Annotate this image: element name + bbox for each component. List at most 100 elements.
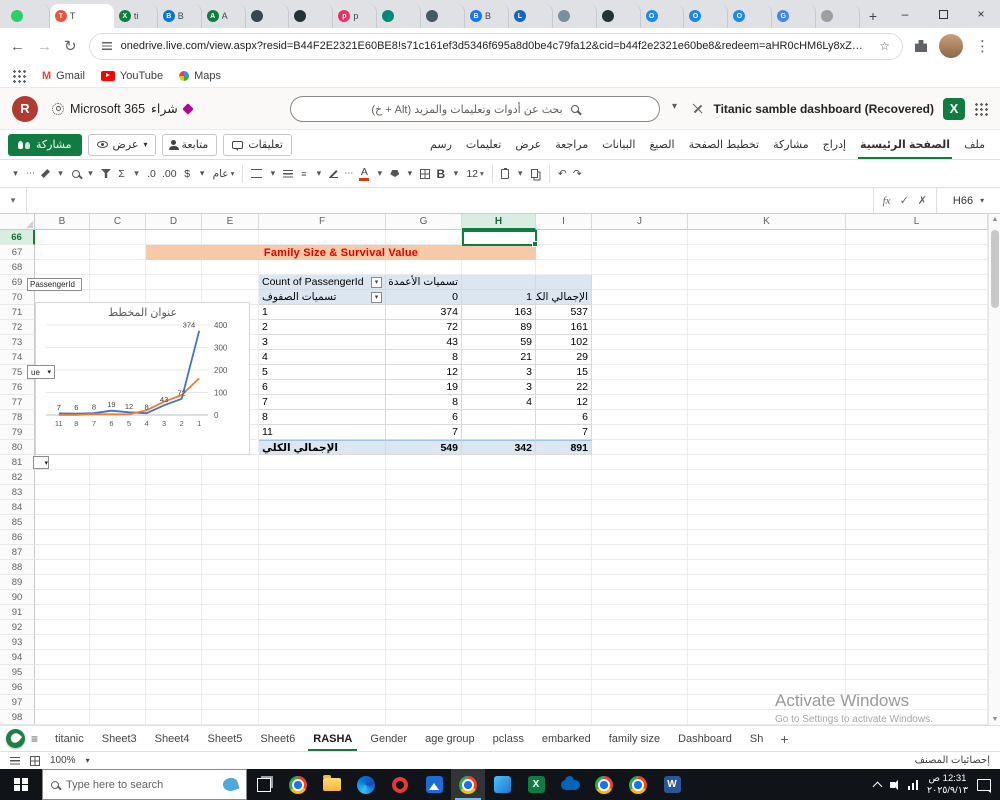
cell-C90[interactable]	[90, 590, 146, 605]
sheet-tab-titanic[interactable]: titanic	[46, 726, 93, 751]
cell-G95[interactable]	[386, 665, 462, 680]
pivot-row-total[interactable]: 22	[536, 380, 592, 395]
cell-D97[interactable]	[146, 695, 202, 710]
cell-L91[interactable]	[846, 605, 988, 620]
cell-H87[interactable]	[462, 545, 536, 560]
cell-K81[interactable]	[688, 455, 846, 470]
cell-J70[interactable]	[592, 290, 688, 305]
number-format-select[interactable]: عام ▾	[210, 163, 238, 185]
scroll-up-icon[interactable]: ▲	[989, 216, 1000, 223]
merge-dropdown-icon[interactable]: ▾	[265, 163, 280, 185]
cell-D98[interactable]	[146, 710, 202, 725]
apps-grid-icon[interactable]	[12, 68, 26, 83]
formula-bar-expand-icon[interactable]: ▾	[0, 188, 26, 213]
name-box[interactable]: H66 ▾	[936, 188, 1000, 213]
paste-icon[interactable]	[498, 163, 513, 185]
cell-H93[interactable]	[462, 635, 536, 650]
cell-L81[interactable]	[846, 455, 988, 470]
hidden-icons-chevron-icon[interactable]	[872, 781, 882, 791]
cell-K88[interactable]	[688, 560, 846, 575]
scrollbar-thumb[interactable]	[991, 230, 999, 308]
column-header-I[interactable]: I	[536, 214, 592, 230]
cell-J91[interactable]	[592, 605, 688, 620]
minimize-button[interactable]: –	[886, 0, 924, 28]
browser-tab[interactable]: BB	[465, 4, 509, 28]
cell-L77[interactable]	[846, 395, 988, 410]
cell-C96[interactable]	[90, 680, 146, 695]
column-header-L[interactable]: L	[846, 214, 988, 230]
cell-F88[interactable]	[259, 560, 386, 575]
pivot-row-label[interactable]: 1	[259, 305, 386, 320]
row-header-98[interactable]: 98	[0, 710, 35, 725]
cell-K74[interactable]	[688, 350, 846, 365]
cell-G85[interactable]	[386, 515, 462, 530]
cell-G89[interactable]	[386, 575, 462, 590]
cell-H96[interactable]	[462, 680, 536, 695]
cell-I91[interactable]	[536, 605, 592, 620]
font-color-icon[interactable]: A	[356, 163, 372, 185]
cell-L68[interactable]	[846, 260, 988, 275]
cell-K70[interactable]	[688, 290, 846, 305]
browser-tab[interactable]: pp	[333, 4, 378, 28]
cell-J77[interactable]	[592, 395, 688, 410]
formula-input[interactable]	[26, 188, 874, 213]
cell-C87[interactable]	[90, 545, 146, 560]
cell-C97[interactable]	[90, 695, 146, 710]
cell-F90[interactable]	[259, 590, 386, 605]
merge-center-icon[interactable]	[248, 163, 265, 185]
cell-E97[interactable]	[202, 695, 259, 710]
orientation-icon[interactable]	[326, 163, 341, 185]
cell-K87[interactable]	[688, 545, 846, 560]
cell-E68[interactable]	[202, 260, 259, 275]
cell-K78[interactable]	[688, 410, 846, 425]
format-painter-icon[interactable]	[38, 163, 53, 185]
forward-icon[interactable]: →	[37, 38, 52, 55]
cell-I86[interactable]	[536, 530, 592, 545]
buy-link[interactable]: شراء	[151, 101, 178, 116]
sheet-tab-dashboard[interactable]: Dashboard	[669, 726, 741, 751]
pivot-value-1[interactable]: 3	[462, 365, 536, 380]
cell-D89[interactable]	[146, 575, 202, 590]
column-header-G[interactable]: G	[386, 214, 462, 230]
cell-F95[interactable]	[259, 665, 386, 680]
cell-H91[interactable]	[462, 605, 536, 620]
back-icon[interactable]: ←	[10, 38, 25, 55]
cell-I90[interactable]	[536, 590, 592, 605]
view-mode-icon[interactable]	[10, 756, 20, 765]
cell-L85[interactable]	[846, 515, 988, 530]
cell-B66[interactable]	[35, 230, 90, 245]
cell-E95[interactable]	[202, 665, 259, 680]
cell-F86[interactable]	[259, 530, 386, 545]
cell-G84[interactable]	[386, 500, 462, 515]
cell-H81[interactable]	[462, 455, 536, 470]
cell-J92[interactable]	[592, 620, 688, 635]
cell-J97[interactable]	[592, 695, 688, 710]
network-signal-icon[interactable]	[907, 779, 918, 790]
sheet-list-icon[interactable]: ≡	[31, 732, 38, 746]
currency-format-icon[interactable]: $	[180, 163, 195, 185]
row-header-95[interactable]: 95	[0, 665, 35, 680]
cell-J75[interactable]	[592, 365, 688, 380]
cell-E86[interactable]	[202, 530, 259, 545]
find-icon[interactable]	[68, 163, 83, 185]
enter-icon[interactable]: ✓	[900, 194, 909, 207]
ribbon-tab-item[interactable]: مراجعة	[548, 130, 595, 159]
cell-K95[interactable]	[688, 665, 846, 680]
extensions-icon[interactable]	[915, 40, 927, 52]
cell-E85[interactable]	[202, 515, 259, 530]
cell-J72[interactable]	[592, 320, 688, 335]
ribbon-tab-item[interactable]: تخطيط الصفحة	[682, 130, 767, 159]
cell-E69[interactable]	[202, 275, 259, 290]
sheet-tab-pclass[interactable]: pclass	[484, 726, 533, 751]
cell-C98[interactable]	[90, 710, 146, 725]
row-header-71[interactable]: 71	[0, 305, 35, 320]
fill-color-icon[interactable]	[387, 163, 402, 185]
cell-K80[interactable]	[688, 440, 846, 455]
cell-G82[interactable]	[386, 470, 462, 485]
cell-K71[interactable]	[688, 305, 846, 320]
pivot-row-label[interactable]: 4	[259, 350, 386, 365]
cell-D84[interactable]	[146, 500, 202, 515]
ribbon-tab-item[interactable]: إدراج	[816, 130, 853, 159]
cell-E93[interactable]	[202, 635, 259, 650]
cell-B89[interactable]	[35, 575, 90, 590]
